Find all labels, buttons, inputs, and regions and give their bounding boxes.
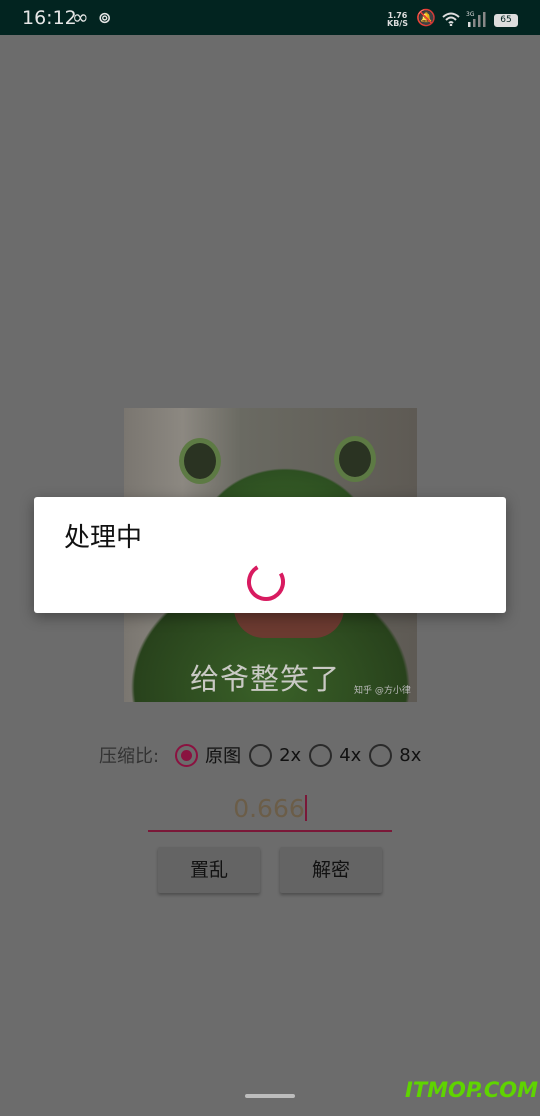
key-input-value: 0.666: [233, 794, 305, 823]
wifi-icon: [442, 12, 460, 26]
loading-spinner-icon: [247, 563, 285, 601]
radio-button[interactable]: [249, 743, 273, 767]
radio-button[interactable]: [369, 743, 393, 767]
radio-label: 8x: [399, 744, 422, 766]
home-indicator[interactable]: [245, 1094, 295, 1098]
image-credit: 知乎 @方小律: [354, 686, 411, 696]
dialog-title: 处理中: [64, 523, 143, 553]
compression-ratio-group: 压缩比: 原图 2x 4x 8x: [99, 740, 429, 770]
radio-label: 原图: [205, 746, 242, 767]
compression-label: 压缩比:: [99, 746, 160, 767]
progress-dialog: 处理中: [34, 497, 506, 613]
decrypt-button[interactable]: 解密: [280, 847, 382, 893]
radio-button[interactable]: [309, 743, 333, 767]
network-type: 3G: [466, 11, 475, 18]
infinity-icon: ∞: [72, 5, 89, 29]
text-cursor: [304, 795, 307, 821]
radio-button[interactable]: [175, 743, 199, 767]
status-bar: 16:12 ∞ ⊚ 1.76 KB/S 🔕 3G 65: [0, 0, 540, 35]
scramble-button[interactable]: 置乱: [158, 847, 260, 893]
radio-2x[interactable]: 2x: [249, 743, 302, 767]
network-speed: 1.76 KB/S: [387, 12, 408, 28]
radio-8x[interactable]: 8x: [369, 743, 422, 767]
radio-label: 4x: [339, 744, 362, 766]
image-caption: 给爷整笑了: [190, 662, 341, 696]
clock: 16:12: [22, 7, 77, 29]
speed-unit: KB/S: [387, 19, 408, 28]
radio-4x[interactable]: 4x: [309, 743, 362, 767]
frog-eye: [334, 436, 376, 482]
battery-icon: 65: [494, 14, 518, 27]
frog-eye: [179, 438, 221, 484]
key-input[interactable]: 0.666: [148, 794, 392, 832]
watermark: ITMOP.COM: [405, 1078, 539, 1102]
radio-label: 2x: [279, 744, 302, 766]
radio-original[interactable]: 原图: [175, 742, 241, 768]
mute-bell-icon: 🔕: [416, 8, 436, 27]
signal-icon: 3G: [466, 11, 486, 27]
netease-music-icon: ⊚: [98, 8, 112, 27]
